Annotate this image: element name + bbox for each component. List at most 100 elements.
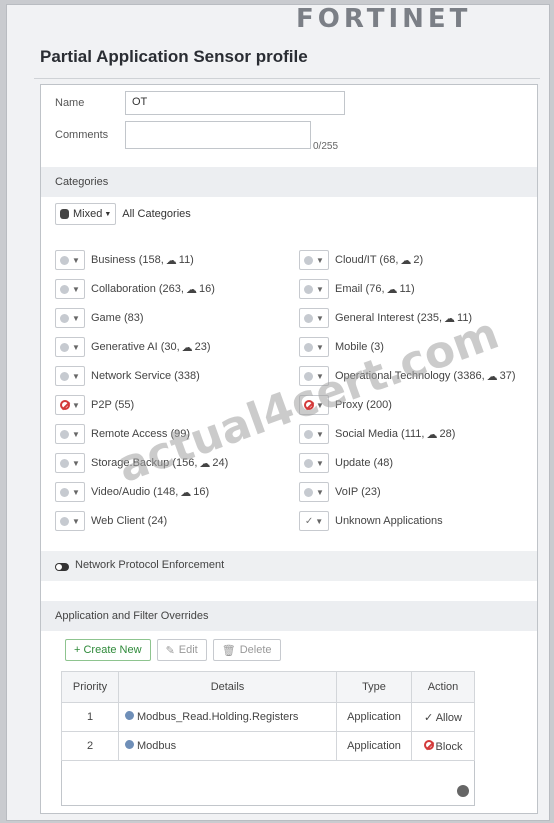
row-type: Application <box>336 731 412 761</box>
category-label: Social Media (111, <box>335 428 425 440</box>
category-action-dropdown[interactable]: ▼ <box>55 337 85 357</box>
cloud-count: 37) <box>499 370 516 382</box>
monitor-icon <box>60 313 70 323</box>
monitor-icon <box>304 429 314 439</box>
comments-textarea[interactable] <box>125 121 311 149</box>
category-action-dropdown[interactable]: ▼ <box>55 395 85 415</box>
category-action-dropdown[interactable]: ▼ <box>55 366 85 386</box>
caret-down-icon: ▼ <box>316 429 324 439</box>
category-item: ▼ Generative AI (30, ☁ 23) <box>55 336 211 358</box>
monitor-icon <box>60 458 70 468</box>
monitor-icon <box>304 371 314 381</box>
category-label: P2P (55) <box>91 399 135 411</box>
caret-down-icon: ▼ <box>316 400 324 410</box>
delete-label: Delete <box>239 644 272 656</box>
edit-button[interactable]: ✎ Edit <box>156 639 207 661</box>
block-icon <box>304 400 315 410</box>
caret-down-icon: ▼ <box>72 284 80 294</box>
monitor-icon <box>304 284 314 294</box>
category-item: ▼ Remote Access (99) <box>55 423 190 445</box>
block-icon <box>60 400 71 410</box>
monitor-icon <box>304 487 314 497</box>
database-icon <box>60 209 69 219</box>
cloud-icon: ☁ <box>486 370 498 383</box>
page-title: Partial Application Sensor profile <box>34 36 540 79</box>
category-action-dropdown[interactable]: ▼ <box>299 308 329 328</box>
category-action-dropdown[interactable]: ▼ <box>299 279 329 299</box>
category-item: ▼ Update (48) <box>299 452 393 474</box>
monitor-icon <box>304 342 314 352</box>
app-icon <box>125 711 134 720</box>
header-details[interactable]: Details <box>118 671 337 703</box>
category-action-dropdown[interactable]: ▼ <box>55 424 85 444</box>
network-protocol-label: Network Protocol Enforcement <box>75 559 225 571</box>
category-action-dropdown[interactable]: ▼ <box>55 453 85 473</box>
table-row[interactable]: 1 Modbus_Read.Holding.Registers Applicat… <box>61 702 475 732</box>
caret-down-icon: ▼ <box>72 429 80 439</box>
category-action-dropdown[interactable]: ▼ <box>299 250 329 270</box>
category-label: Game (83) <box>91 312 144 324</box>
category-label: Email (76, <box>335 283 385 295</box>
category-label: Generative AI (30, <box>91 341 180 353</box>
monitor-icon <box>304 458 314 468</box>
header-action[interactable]: Action <box>411 671 475 703</box>
cloud-icon: ☁ <box>400 254 412 267</box>
cloud-count: 2) <box>413 254 424 266</box>
name-input[interactable]: OT <box>125 91 345 115</box>
caret-down-icon: ▼ <box>316 371 324 381</box>
monitor-icon <box>60 429 70 439</box>
mixed-label: Mixed <box>73 208 103 220</box>
table-settings-icon[interactable] <box>457 785 469 797</box>
table-row[interactable]: 2 Modbus Application Block <box>61 731 475 761</box>
fortinet-logo: FORTINET <box>296 4 472 34</box>
check-icon: ✓ <box>304 515 314 527</box>
caret-down-icon: ▼ <box>72 313 80 323</box>
caret-down-icon: ▼ <box>316 313 324 323</box>
caret-down-icon: ▼ <box>316 342 324 352</box>
category-action-dropdown[interactable]: ▼ <box>299 366 329 386</box>
caret-down-icon: ▼ <box>72 371 80 381</box>
cloud-icon: ☁ <box>165 254 177 267</box>
cloud-count: 24) <box>212 457 229 469</box>
comments-char-count: 0/255 <box>313 141 339 152</box>
category-action-dropdown[interactable]: ▼ <box>299 337 329 357</box>
create-new-button[interactable]: + Create New <box>65 639 151 661</box>
category-item: ▼ Network Service (338) <box>55 365 200 387</box>
caret-down-icon: ▼ <box>72 458 80 468</box>
network-protocol-toggle[interactable] <box>55 563 69 571</box>
category-item: ▼ General Interest (235, ☁ 11) <box>299 307 472 329</box>
mixed-dropdown[interactable]: Mixed ▼ <box>55 203 117 225</box>
caret-down-icon: ▼ <box>72 255 80 265</box>
category-item: ▼ Email (76, ☁ 11) <box>299 278 415 300</box>
delete-button[interactable]: 🗑 Delete <box>212 639 281 661</box>
category-label: Operational Technology (3386, <box>335 370 485 382</box>
category-action-dropdown[interactable]: ✓ ▼ <box>299 511 329 531</box>
row-priority: 2 <box>61 731 119 761</box>
category-action-dropdown[interactable]: ▼ <box>55 482 85 502</box>
category-action-dropdown[interactable]: ▼ <box>55 279 85 299</box>
category-action-dropdown[interactable]: ▼ <box>55 511 85 531</box>
category-item: ▼ Collaboration (263, ☁ 16) <box>55 278 215 300</box>
caret-down-icon: ▼ <box>72 342 80 352</box>
category-item: ▼ Web Client (24) <box>55 510 167 532</box>
category-action-dropdown[interactable]: ▼ <box>299 424 329 444</box>
category-action-dropdown[interactable]: ▼ <box>55 308 85 328</box>
category-label: Unknown Applications <box>335 515 443 527</box>
category-label: Proxy (200) <box>335 399 392 411</box>
header-priority[interactable]: Priority <box>61 671 119 703</box>
categories-section-header: Categories <box>41 167 537 197</box>
row-details: Modbus_Read.Holding.Registers <box>137 711 299 723</box>
category-action-dropdown[interactable]: ▼ <box>55 250 85 270</box>
cloud-icon: ☁ <box>180 486 192 499</box>
header-type[interactable]: Type <box>336 671 412 703</box>
cloud-icon: ☁ <box>386 283 398 296</box>
trash-icon: 🗑 <box>221 644 236 657</box>
edit-label: Edit <box>178 644 198 656</box>
cloud-count: 16) <box>198 283 215 295</box>
category-action-dropdown[interactable]: ▼ <box>299 482 329 502</box>
category-action-dropdown[interactable]: ▼ <box>299 395 329 415</box>
caret-down-icon: ▼ <box>316 487 324 497</box>
category-action-dropdown[interactable]: ▼ <box>299 453 329 473</box>
category-label: Update (48) <box>335 457 394 469</box>
overrides-table: Priority Details Type Action 1 Modbus_Re… <box>61 671 475 806</box>
